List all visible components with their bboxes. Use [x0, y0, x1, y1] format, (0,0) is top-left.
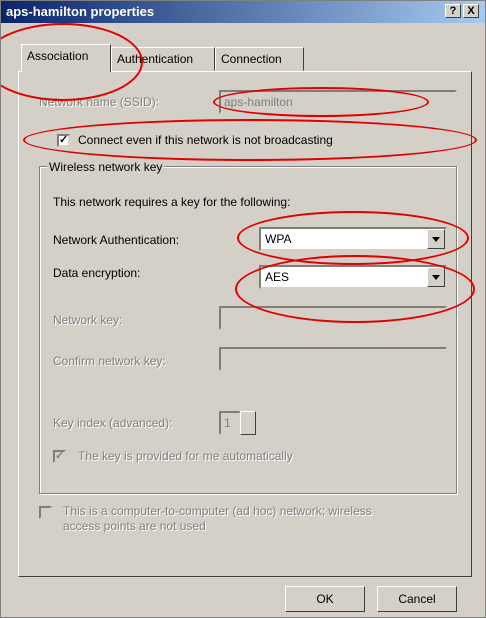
network-key-label: Network key:: [53, 313, 123, 327]
auth-select[interactable]: WPA: [259, 227, 447, 251]
auto-key-checkbox[interactable]: ✓: [53, 450, 66, 463]
help-button[interactable]: ?: [445, 4, 461, 18]
tab-connection[interactable]: Connection: [215, 47, 304, 71]
chevron-down-icon[interactable]: [427, 229, 445, 249]
ssid-value: aps-hamilton: [224, 95, 293, 109]
key-index-label: Key index (advanced):: [53, 416, 173, 430]
wireless-key-group-title: Wireless network key: [47, 160, 165, 174]
key-index-field[interactable]: 1: [219, 411, 241, 435]
ssid-label: Network name (SSID):: [39, 95, 160, 109]
encryption-value: AES: [265, 270, 290, 284]
key-intro-text: This network requires a key for the foll…: [53, 195, 291, 209]
network-key-field[interactable]: [219, 306, 447, 330]
encryption-select[interactable]: AES: [259, 265, 447, 289]
close-button[interactable]: X: [463, 4, 479, 18]
title-bar[interactable]: aps-hamilton properties ? X: [1, 1, 485, 23]
chevron-down-icon[interactable]: [427, 267, 445, 287]
tab-association[interactable]: Association: [21, 44, 111, 72]
auto-key-label[interactable]: The key is provided for me automatically: [78, 449, 293, 463]
adhoc-label-line1[interactable]: This is a computer-to-computer (ad hoc) …: [63, 504, 372, 518]
window-title: aps-hamilton properties: [6, 4, 155, 19]
ssid-field[interactable]: aps-hamilton: [219, 90, 457, 114]
tab-authentication[interactable]: Authentication: [111, 47, 215, 71]
broadcast-checkbox-label[interactable]: Connect even if this network is not broa…: [78, 133, 333, 147]
confirm-key-field[interactable]: [219, 347, 447, 371]
auth-value: WPA: [265, 232, 292, 246]
properties-dialog: aps-hamilton properties ? X Association …: [0, 0, 486, 618]
key-index-spinner[interactable]: [240, 411, 256, 435]
broadcast-checkbox[interactable]: ✓: [57, 134, 70, 147]
key-index-value: 1: [224, 416, 231, 430]
adhoc-label-line2[interactable]: access points are not used: [63, 519, 206, 533]
wireless-key-group: [39, 166, 457, 494]
auth-label: Network Authentication:: [53, 233, 180, 247]
ok-button[interactable]: OK: [285, 586, 365, 612]
confirm-key-label: Confirm network key:: [53, 354, 166, 368]
cancel-button[interactable]: Cancel: [377, 586, 457, 612]
encryption-label: Data encryption:: [53, 266, 141, 280]
adhoc-checkbox[interactable]: [39, 506, 52, 519]
